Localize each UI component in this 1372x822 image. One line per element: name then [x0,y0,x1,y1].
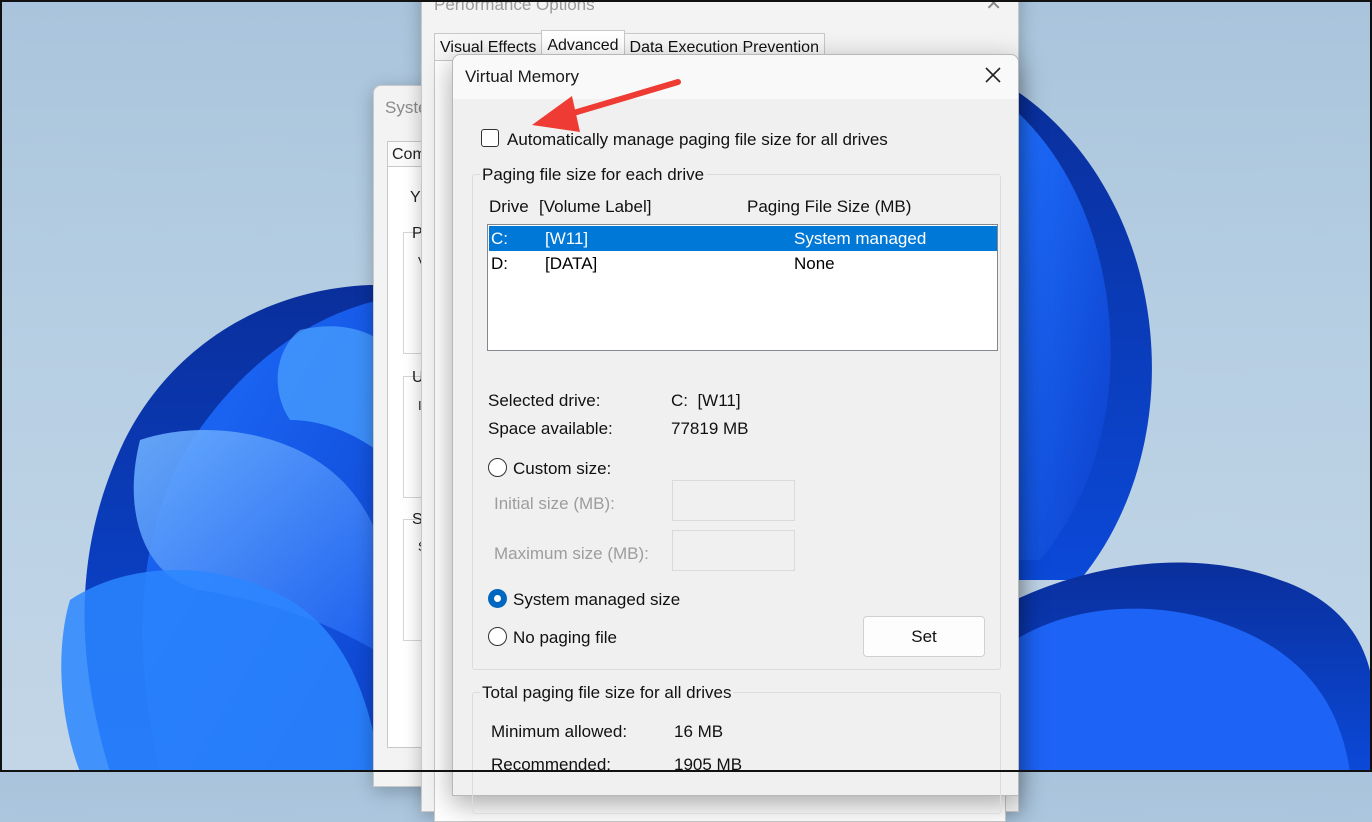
column-header-volume-label: [Volume Label] [539,197,652,216]
recommended-label: Recommended: [491,755,612,774]
volume-label: [W11] [545,229,589,248]
custom-size-label[interactable]: Custom size: [513,459,611,479]
volume-label: [DATA] [545,254,598,273]
set-button[interactable]: Set [863,616,985,657]
drive-row-d[interactable]: D: [DATA] None [489,251,997,276]
selected-drive-value: C: [W11] [671,391,741,410]
annotation-arrow-icon [532,79,681,132]
performance-options-title: Performance Options [434,0,595,14]
paging-size: None [794,254,835,273]
drive-list[interactable]: C: [W11] System managed D: [DATA] None [487,224,998,351]
selected-drive-label: Selected drive: [488,391,601,410]
system-managed-radio[interactable] [488,589,507,608]
maximum-size-label: Maximum size (MB): [494,544,649,563]
minimum-allowed-label: Minimum allowed: [491,722,628,741]
custom-size-radio[interactable] [488,458,507,477]
total-paging-groupbox: Total paging file size for all drives [472,683,1001,814]
space-available-value: 77819 MB [671,419,749,438]
initial-size-label: Initial size (MB): [494,494,615,513]
no-paging-file-label[interactable]: No paging file [513,628,617,648]
column-header-paging-size: Paging File Size (MB) [747,197,912,216]
close-icon[interactable]: ✕ [985,0,1002,16]
drive-row-c[interactable]: C: [W11] System managed [489,226,997,251]
minimum-allowed-value: 16 MB [674,722,724,741]
drive-letter: C: [491,229,508,248]
maximum-size-input[interactable] [672,530,795,571]
paging-size: System managed [794,229,927,248]
drive-letter: D: [491,254,508,273]
close-icon[interactable] [982,64,1004,86]
space-available-label: Space available: [488,419,613,438]
system-properties-text: Y [410,189,421,206]
total-paging-legend: Total paging file size for all drives [480,683,734,703]
initial-size-input[interactable] [672,480,795,521]
virtual-memory-dialog: Virtual Memory Automatically manage pagi… [452,54,1019,814]
recommended-value: 1905 MB [674,755,743,774]
system-managed-label[interactable]: System managed size [513,590,680,610]
column-header-drive: Drive [489,197,529,216]
auto-manage-checkbox[interactable] [481,129,499,147]
no-paging-file-radio[interactable] [488,627,507,646]
paging-file-legend: Paging file size for each drive [480,165,707,185]
